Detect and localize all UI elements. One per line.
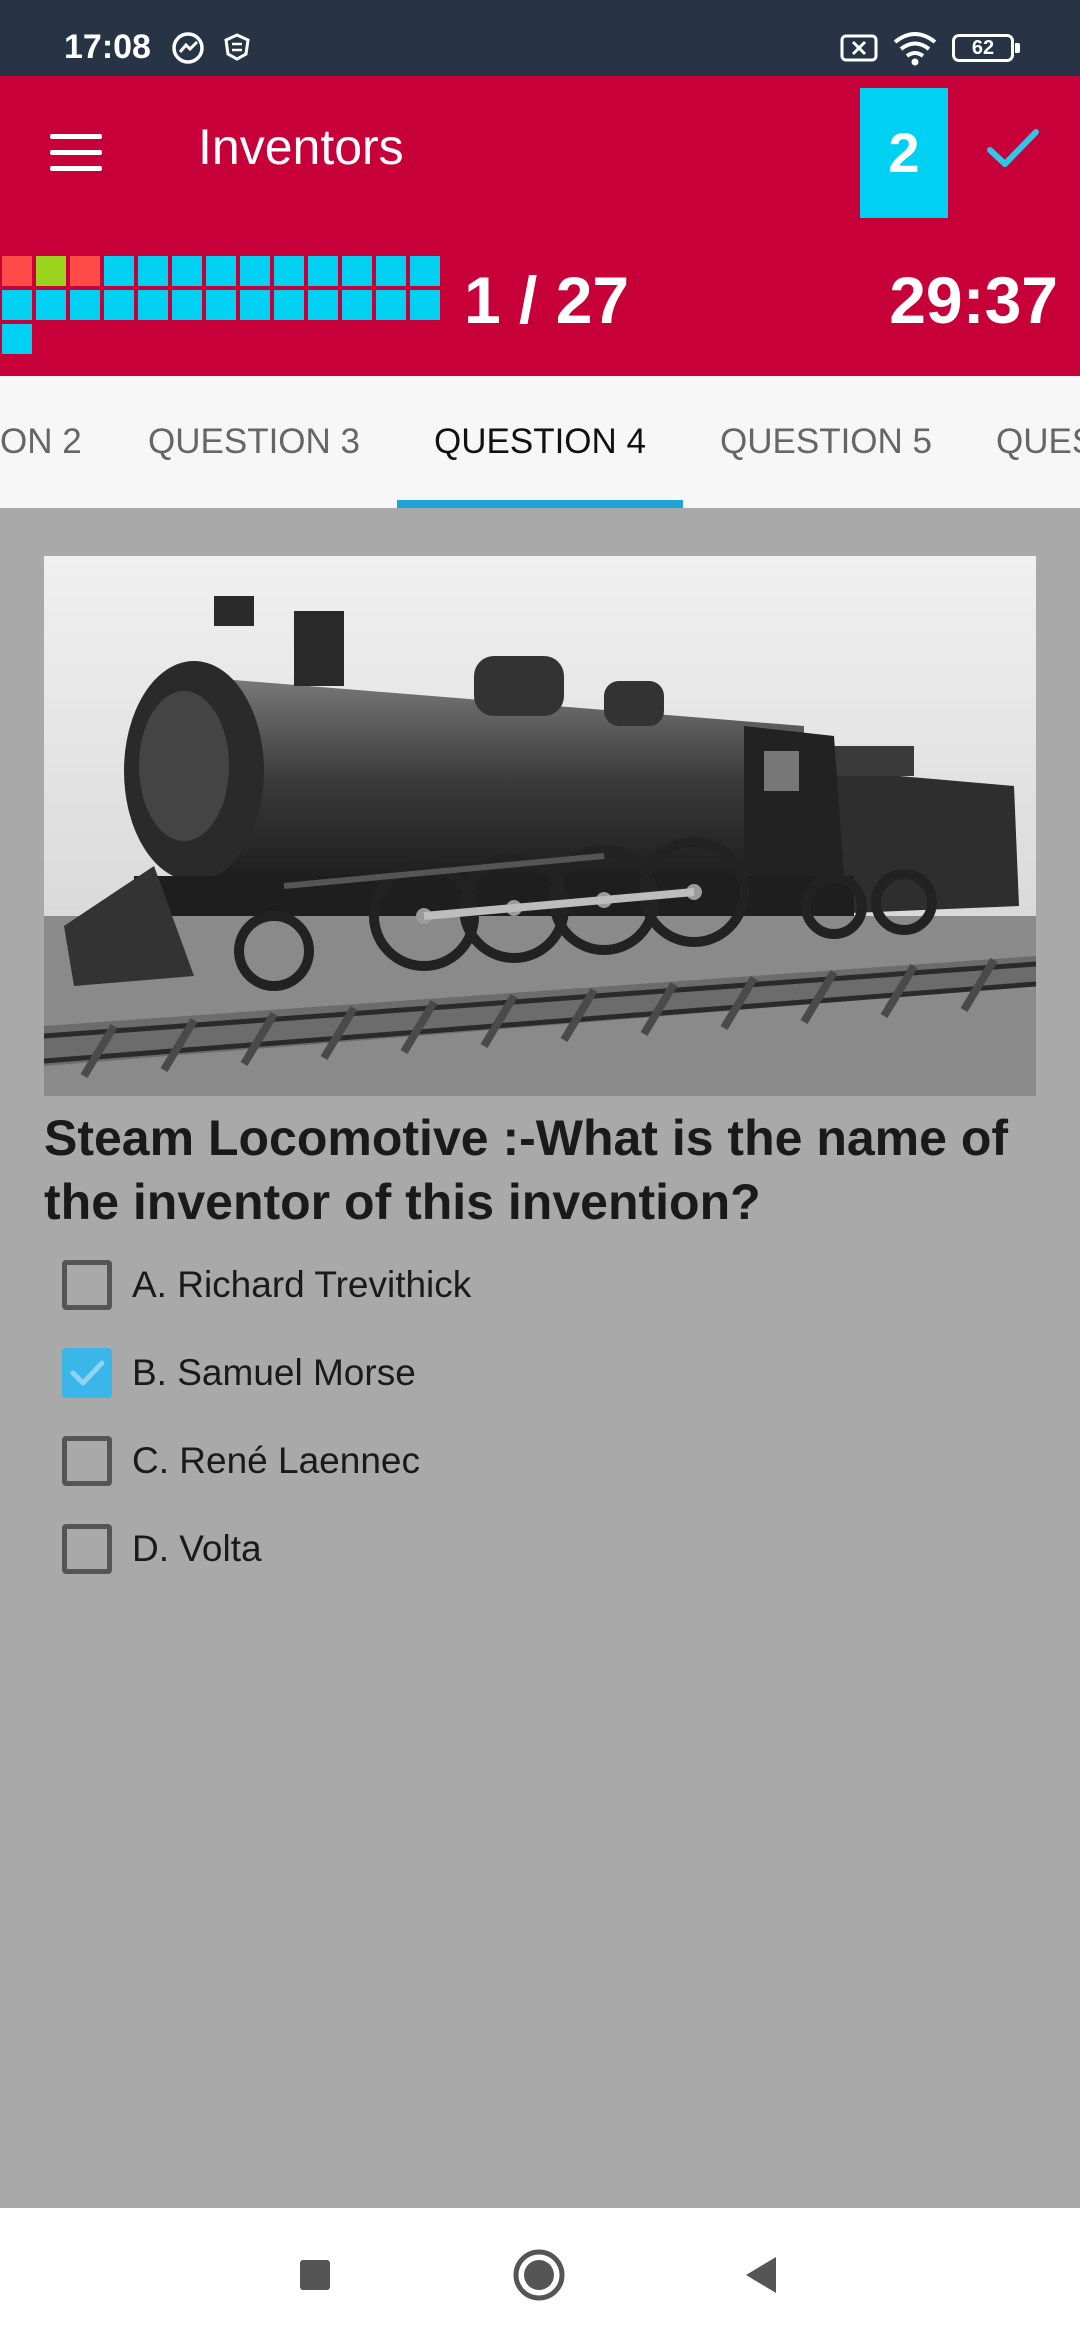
check-icon[interactable] bbox=[984, 124, 1042, 172]
progress-cell-5[interactable] bbox=[138, 256, 168, 286]
tab-question-4[interactable]: QUESTION 4 bbox=[397, 376, 683, 508]
status-time: 17:08 bbox=[64, 28, 151, 66]
tab-question-2[interactable]: ON 2 bbox=[0, 376, 82, 508]
progress-cell-9[interactable] bbox=[274, 256, 304, 286]
option-label: C. René Laennec bbox=[132, 1440, 420, 1481]
navigation-bar bbox=[0, 2208, 1080, 2340]
checkbox-d[interactable] bbox=[62, 1524, 112, 1574]
back-icon[interactable] bbox=[742, 2254, 780, 2296]
app-title: Inventors bbox=[198, 119, 404, 175]
progress-cell-20[interactable] bbox=[206, 290, 236, 320]
locomotive-photo bbox=[44, 556, 1036, 1096]
checkmark-icon bbox=[70, 1360, 105, 1386]
home-icon[interactable] bbox=[512, 2248, 566, 2302]
question-progress: 1 / 27 bbox=[464, 263, 630, 337]
option-d[interactable]: D. Volta bbox=[62, 1520, 962, 1576]
shield-icon bbox=[224, 33, 250, 61]
progress-cell-2[interactable] bbox=[36, 256, 66, 286]
option-b[interactable]: B. Samuel Morse bbox=[62, 1344, 962, 1400]
progress-cell-8[interactable] bbox=[240, 256, 270, 286]
question-progress-grid[interactable] bbox=[2, 256, 442, 354]
question-tabs: ON 2 QUESTION 3 QUESTION 4 QUESTION 5 QU… bbox=[0, 376, 1080, 508]
tab-question-3[interactable]: QUESTION 3 bbox=[126, 376, 382, 508]
progress-cell-25[interactable] bbox=[376, 290, 406, 320]
battery-icon: 62 bbox=[952, 34, 1020, 62]
progress-cell-18[interactable] bbox=[138, 290, 168, 320]
checkbox-a[interactable] bbox=[62, 1260, 112, 1310]
progress-cell-3[interactable] bbox=[70, 256, 100, 286]
progress-cell-22[interactable] bbox=[274, 290, 304, 320]
question-text: Steam Locomotive :-What is the name of t… bbox=[44, 1110, 1009, 1230]
progress-cell-7[interactable] bbox=[206, 256, 236, 286]
progress-cell-19[interactable] bbox=[172, 290, 202, 320]
status-bar: 17:08 62 bbox=[0, 0, 1080, 76]
progress-cell-23[interactable] bbox=[308, 290, 338, 320]
progress-cell-11[interactable] bbox=[342, 256, 372, 286]
progress-cell-10[interactable] bbox=[308, 256, 338, 286]
option-label: A. Richard Trevithick bbox=[132, 1264, 472, 1305]
answered-count-badge[interactable]: 2 bbox=[860, 88, 948, 218]
active-tab-indicator bbox=[397, 500, 683, 508]
progress-cell-24[interactable] bbox=[342, 290, 372, 320]
progress-cell-4[interactable] bbox=[104, 256, 134, 286]
countdown-timer: 29:37 bbox=[889, 263, 1058, 337]
recents-icon[interactable] bbox=[298, 2258, 332, 2292]
sim-off-icon bbox=[840, 34, 878, 62]
progress-cell-14[interactable] bbox=[2, 290, 32, 320]
option-a[interactable]: A. Richard Trevithick bbox=[62, 1256, 962, 1312]
progress-cell-27[interactable] bbox=[2, 324, 32, 354]
option-c[interactable]: C. René Laennec bbox=[62, 1432, 962, 1488]
wifi-icon bbox=[893, 32, 937, 66]
progress-cell-21[interactable] bbox=[240, 290, 270, 320]
tab-question-6[interactable]: QUES bbox=[996, 376, 1080, 508]
option-label: B. Samuel Morse bbox=[132, 1352, 416, 1393]
progress-cell-26[interactable] bbox=[410, 290, 440, 320]
progress-cell-17[interactable] bbox=[104, 290, 134, 320]
progress-cell-15[interactable] bbox=[36, 290, 66, 320]
chat-icon bbox=[172, 32, 204, 64]
menu-icon[interactable] bbox=[50, 134, 104, 172]
progress-cell-12[interactable] bbox=[376, 256, 406, 286]
progress-cell-16[interactable] bbox=[70, 290, 100, 320]
progress-cell-13[interactable] bbox=[410, 256, 440, 286]
option-label: D. Volta bbox=[132, 1528, 262, 1569]
progress-cell-6[interactable] bbox=[172, 256, 202, 286]
checkbox-b[interactable] bbox=[62, 1348, 112, 1398]
progress-cell-1[interactable] bbox=[2, 256, 32, 286]
checkbox-c[interactable] bbox=[62, 1436, 112, 1486]
tab-question-5[interactable]: QUESTION 5 bbox=[698, 376, 954, 508]
